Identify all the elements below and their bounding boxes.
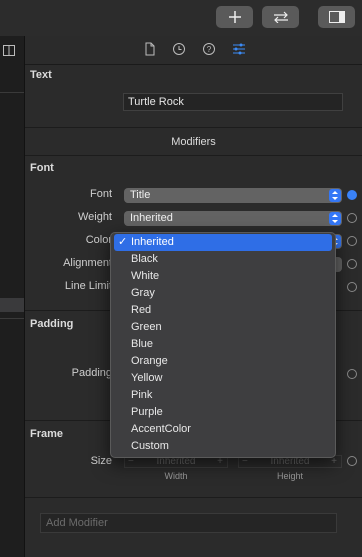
menu-item-inherited[interactable]: ✓ Inherited xyxy=(114,234,332,251)
menu-item-label: White xyxy=(131,270,160,282)
svg-text:?: ? xyxy=(207,45,212,54)
menu-item-green[interactable]: Green xyxy=(114,319,332,336)
divider xyxy=(0,318,24,319)
font-section-title: Font xyxy=(30,162,54,174)
selected-row[interactable] xyxy=(0,298,24,312)
clock-icon[interactable] xyxy=(172,42,186,56)
swap-button[interactable] xyxy=(262,6,299,28)
font-enabled-radio[interactable] xyxy=(347,190,357,200)
menu-item-white[interactable]: White xyxy=(114,268,332,285)
menu-item-custom[interactable]: Custom xyxy=(114,438,332,455)
font-select-value: Title xyxy=(130,189,151,201)
menu-item-purple[interactable]: Purple xyxy=(114,404,332,421)
color-enabled-radio[interactable] xyxy=(347,236,357,246)
text-value-field[interactable]: Turtle Rock xyxy=(123,93,343,111)
color-label: Color xyxy=(85,234,112,246)
font-select[interactable]: Title xyxy=(124,188,342,203)
menu-item-gray[interactable]: Gray xyxy=(114,285,332,302)
swap-arrows-icon xyxy=(273,11,288,23)
weight-enabled-radio[interactable] xyxy=(347,213,357,223)
menu-item-orange[interactable]: Orange xyxy=(114,353,332,370)
checkmark-icon: ✓ xyxy=(118,236,128,248)
padding-label: Padding xyxy=(71,367,112,379)
line-limit-label: Line Limit xyxy=(64,280,112,292)
menu-item-red[interactable]: Red xyxy=(114,302,332,319)
modifiers-heading: Modifiers xyxy=(171,136,216,148)
help-icon[interactable]: ? xyxy=(202,42,216,56)
menu-item-label: Gray xyxy=(131,287,155,299)
menu-item-label: Orange xyxy=(131,355,168,367)
split-editor-icon[interactable] xyxy=(3,45,15,56)
alignment-enabled-radio[interactable] xyxy=(347,259,357,269)
menu-item-label: Black xyxy=(131,253,158,265)
sliders-icon[interactable] xyxy=(232,42,246,56)
chevron-updown-icon xyxy=(329,189,341,202)
weight-select[interactable]: Inherited xyxy=(124,211,342,226)
alignment-label: Alignment xyxy=(63,257,112,269)
menu-item-label: Inherited xyxy=(131,236,174,248)
color-dropdown-menu: ✓ Inherited Black White Gray Red Green B… xyxy=(110,232,336,458)
height-caption: Height xyxy=(276,471,303,481)
font-label: Font xyxy=(89,188,112,200)
toggle-inspector-button[interactable] xyxy=(318,6,355,28)
menu-item-pink[interactable]: Pink xyxy=(114,387,332,404)
menu-item-blue[interactable]: Blue xyxy=(114,336,332,353)
navigator-pane xyxy=(0,36,25,557)
sidebar-panel-icon xyxy=(328,11,345,23)
inspector-tabs: ? xyxy=(25,36,362,65)
file-icon[interactable] xyxy=(143,42,157,56)
add-modifier-field[interactable]: Add Modifier xyxy=(40,513,337,533)
text-section-title: Text xyxy=(30,69,52,81)
padding-enabled-radio[interactable] xyxy=(347,369,357,379)
line-limit-enabled-radio[interactable] xyxy=(347,282,357,292)
divider xyxy=(0,92,24,93)
menu-item-label: Purple xyxy=(131,406,163,418)
menu-item-accentcolor[interactable]: AccentColor xyxy=(114,421,332,438)
weight-select-value: Inherited xyxy=(130,212,173,224)
weight-label: Weight xyxy=(77,211,112,223)
menu-item-black[interactable]: Black xyxy=(114,251,332,268)
padding-section-title: Padding xyxy=(30,318,74,330)
size-enabled-radio[interactable] xyxy=(347,456,357,466)
menu-item-label: Green xyxy=(131,321,162,333)
size-label: Size xyxy=(90,455,112,467)
menu-item-label: Yellow xyxy=(131,372,163,384)
menu-item-yellow[interactable]: Yellow xyxy=(114,370,332,387)
divider xyxy=(25,497,362,498)
divider xyxy=(25,127,362,128)
frame-section-title: Frame xyxy=(30,428,64,440)
menu-item-label: Blue xyxy=(131,338,154,350)
plus-icon xyxy=(228,11,241,23)
toolbar xyxy=(0,0,362,36)
add-button[interactable] xyxy=(216,6,253,28)
menu-item-label: Pink xyxy=(131,389,153,401)
menu-item-label: Custom xyxy=(131,440,169,452)
chevron-updown-icon xyxy=(329,212,341,225)
divider xyxy=(25,155,362,156)
menu-item-label: Red xyxy=(131,304,152,316)
width-caption: Width xyxy=(164,471,188,481)
menu-item-label: AccentColor xyxy=(131,423,191,435)
